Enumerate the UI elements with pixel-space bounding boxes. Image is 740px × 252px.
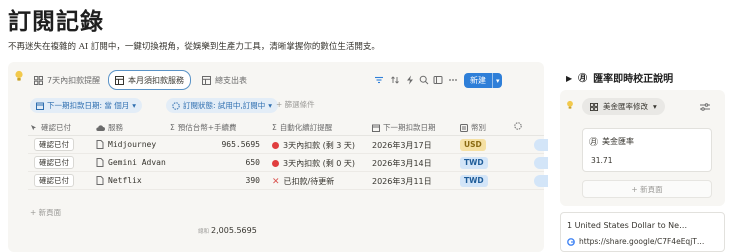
next-billing-date: 2026年3月14日	[372, 159, 432, 168]
currency-tag: TWD	[460, 175, 488, 187]
new-button[interactable]: 新建 ▾	[464, 73, 502, 88]
next-billing-date: 2026年3月11日	[372, 177, 432, 186]
usd-rate-card[interactable]: ㊊美金匯率 31.71	[582, 128, 712, 172]
grid-icon	[34, 75, 43, 85]
new-page-button[interactable]: + 新頁面	[30, 207, 61, 218]
filter-next-billing-date[interactable]: 下一期扣款日期: 當 個月 ▾	[30, 98, 143, 113]
more-icon[interactable]	[448, 75, 458, 85]
column-header[interactable]: 服務	[96, 122, 123, 133]
page-icon	[96, 176, 104, 185]
exchange-rate-heading[interactable]: ▶ ㊊ 匯率即時校正說明	[566, 70, 673, 86]
add-filter-button[interactable]: + 篩選條件	[276, 99, 315, 110]
button-property-icon	[31, 124, 36, 130]
list-icon	[460, 123, 468, 132]
table-row[interactable]: 確認已付 Gemini Advan 650 3天內扣款 (剩 0 天) 2026…	[28, 154, 548, 172]
service-name[interactable]: Gemini Advan	[108, 158, 166, 167]
service-name[interactable]: Netflix	[108, 176, 142, 185]
page-icon	[96, 158, 104, 167]
table-header: 確認已付 服務 Σ 預估台幣+手續費 Σ 自動化續訂提醒 下一期扣款日期 幣別	[28, 120, 544, 136]
table-row[interactable]: 確認已付 Netflix 390 ✕ 已扣款/待更新 2026年3月11日 TWD	[28, 172, 548, 190]
confirm-paid-button[interactable]: 確認已付	[34, 174, 74, 187]
column-header[interactable]: Σ 預估台幣+手續費	[170, 122, 237, 133]
chevron-down-icon: ▾	[653, 102, 657, 111]
chevron-down-icon: ▾	[268, 101, 273, 110]
red-dot-icon	[272, 160, 279, 167]
amount: 650	[245, 158, 260, 167]
lightbulb-icon	[15, 70, 23, 81]
filter-label: 下一期扣款日期: 當 個月	[47, 101, 130, 110]
tab-label: 7天內扣款提醒	[47, 75, 101, 85]
reminder-status: ✕ 已扣款/待更新	[272, 177, 335, 187]
bookmark-link[interactable]: 1 United States Dollar to Ne… https://sh…	[560, 212, 725, 252]
tab-label: 本月須扣款服務	[128, 75, 184, 85]
translate-icon: ㊊	[578, 74, 588, 84]
bookmark-url: https://share.google/C7F4eEqjT…	[567, 237, 722, 246]
reminder-status: 3天內扣款 (剩 3 天)	[272, 140, 355, 151]
filter-icon[interactable]	[374, 75, 384, 85]
currency-tag: TWD	[460, 157, 488, 169]
status-icon	[514, 122, 522, 130]
google-icon	[567, 237, 575, 246]
tab-7day-reminder[interactable]: 7天內扣款提醒	[34, 71, 100, 89]
page-title: 訂閱記錄	[8, 8, 104, 35]
sort-icon[interactable]	[390, 75, 400, 85]
table-icon	[115, 75, 124, 85]
card-title: ㊊美金匯率	[589, 137, 635, 148]
amount: 390	[245, 176, 260, 185]
exchange-rate-panel: 美金匯率修改 ▾ ㊊美金匯率 31.71 + 新頁面	[560, 90, 725, 206]
confirm-paid-button[interactable]: 確認已付	[34, 138, 74, 151]
column-header[interactable]	[514, 122, 525, 130]
status-pill	[534, 157, 548, 169]
red-dot-icon	[272, 142, 279, 149]
confirm-paid-button[interactable]: 確認已付	[34, 156, 74, 169]
tab-this-month[interactable]: 本月須扣款服務	[108, 70, 191, 90]
service-name[interactable]: Midjourney	[108, 140, 156, 149]
amount-sum: 總和 2,005.5695	[198, 226, 257, 235]
chevron-down-icon[interactable]: ▾	[492, 73, 500, 88]
calendar-icon	[36, 102, 44, 110]
column-header[interactable]: Σ 自動化續訂提醒	[272, 122, 332, 133]
filter-label: 訂閱狀態: 試用中,訂閱中	[183, 101, 266, 110]
tab-label: 總支出表	[215, 75, 247, 85]
table-row[interactable]: 確認已付 Midjourney 965.5695 3天內扣款 (剩 3 天) 2…	[28, 136, 548, 154]
bookmark-title: 1 United States Dollar to Ne…	[567, 221, 688, 230]
table-icon	[202, 75, 211, 85]
grid-icon	[590, 102, 598, 111]
page-icon	[96, 140, 104, 149]
reminder-status: 3天內扣款 (剩 0 天)	[272, 158, 355, 169]
filter-subscription-status[interactable]: 訂閱狀態: 試用中,訂閱中 ▾	[166, 98, 279, 113]
layout-icon[interactable]	[433, 75, 443, 85]
next-billing-date: 2026年3月17日	[372, 141, 432, 150]
column-header[interactable]: 幣別	[460, 122, 486, 133]
tab-total-spending[interactable]: 總支出表	[202, 71, 247, 89]
column-header[interactable]: 下一期扣款日期	[372, 122, 436, 133]
settings-sliders-icon[interactable]	[700, 103, 710, 111]
chevron-down-icon: ▾	[132, 101, 137, 110]
database-panel: 7天內扣款提醒 本月須扣款服務 總支出表 新建 ▾ 下一期扣款日期: 當 個月 …	[8, 62, 548, 252]
sigma-icon: Σ	[170, 123, 175, 132]
search-icon[interactable]	[419, 75, 429, 85]
x-mark-icon: ✕	[272, 177, 280, 187]
translate-icon: ㊊	[589, 138, 599, 148]
view-usd-rate-edit[interactable]: 美金匯率修改 ▾	[582, 98, 665, 115]
currency-tag: USD	[460, 139, 486, 151]
sigma-icon: Σ	[272, 123, 277, 132]
cloud-icon	[96, 124, 105, 131]
automation-icon[interactable]	[405, 75, 415, 85]
new-page-button[interactable]: + 新頁面	[582, 180, 712, 198]
status-pill	[534, 139, 548, 151]
card-value: 31.71	[591, 156, 613, 165]
column-header[interactable]: 確認已付	[30, 122, 71, 133]
new-button-label: 新建	[470, 76, 486, 85]
amount: 965.5695	[221, 140, 260, 149]
page-subtitle: 不再迷失在複雜的 AI 訂閱中，一鍵切換視角，從娛樂到生產力工具，清晰掌握你的數…	[8, 42, 380, 52]
triangle-right-icon: ▶	[566, 72, 573, 83]
status-icon	[172, 101, 180, 110]
lightbulb-icon	[567, 100, 573, 109]
calendar-icon	[372, 124, 380, 132]
status-pill	[534, 175, 548, 187]
